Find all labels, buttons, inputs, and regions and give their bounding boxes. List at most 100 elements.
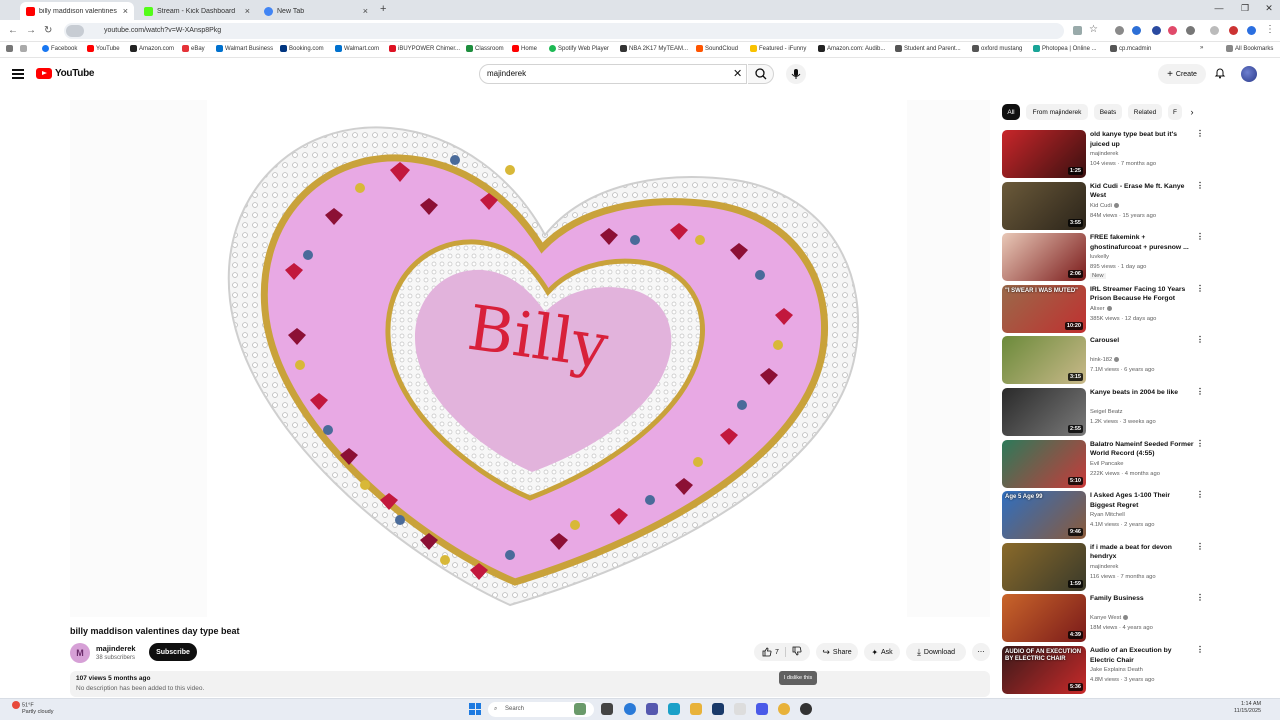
bookmark-audible[interactable]: Amazon.com: Audib... <box>818 45 885 52</box>
clear-search-icon[interactable]: ✕ <box>733 67 742 80</box>
video-thumbnail[interactable]: 2:55 <box>1002 388 1086 436</box>
window-close-icon[interactable]: ✕ <box>1254 3 1280 14</box>
tab-kick[interactable]: Stream - Kick Dashboard × <box>138 2 256 20</box>
recommendation-title[interactable]: Balatro Nameinf Seeded Former World Reco… <box>1090 440 1196 459</box>
recommendation-channel[interactable]: Kanye West <box>1090 615 1129 621</box>
bookmark-cpmcadmin[interactable]: cp.mcadmin <box>1110 45 1151 52</box>
recommendation-title[interactable]: IRL Streamer Facing 10 Years Prison Beca… <box>1090 285 1196 305</box>
bookmark-amazon[interactable]: Amazon.com <box>130 45 174 52</box>
recommendation-title[interactable]: I Asked Ages 1-100 Their Biggest Regret <box>1090 491 1196 510</box>
split-view-icon[interactable] <box>1210 26 1219 35</box>
more-options-icon[interactable]: ⋮ <box>1196 439 1204 448</box>
recommendation-item[interactable]: AUDIO OF AN EXECUTION BY ELECTRIC CHAIR 5… <box>1002 646 1208 694</box>
recommendation-channel[interactable]: Evil Pancake <box>1090 461 1124 467</box>
more-options-icon[interactable]: ⋮ <box>1196 284 1204 293</box>
video-thumbnail[interactable]: AUDIO OF AN EXECUTION BY ELECTRIC CHAIR 5… <box>1002 646 1086 694</box>
tab-youtube[interactable]: billy maddison valentines d × <box>20 2 134 20</box>
apps-icon[interactable] <box>6 45 13 52</box>
bookmark-ebay[interactable]: eBay <box>182 45 205 52</box>
app-icon[interactable] <box>800 703 812 715</box>
weather-widget[interactable]: 51°F Partly cloudy <box>12 701 54 716</box>
chip-partial[interactable]: F <box>1168 104 1182 120</box>
teams-icon[interactable] <box>646 703 658 715</box>
youtube-logo[interactable]: YouTube <box>36 68 95 79</box>
channel-avatar[interactable]: M <box>70 643 90 663</box>
video-thumbnail[interactable]: 1:59 <box>1002 542 1086 591</box>
extension-icon[interactable] <box>1168 26 1177 35</box>
widgets-icon[interactable] <box>574 703 586 715</box>
bookmark-nba2k[interactable]: NBA 2K17 MyTEAM... <box>620 45 688 52</box>
channel-name[interactable]: majinderek <box>96 644 136 653</box>
cast-icon[interactable] <box>1073 26 1082 35</box>
recommendation-title[interactable]: old kanye type beat but it's juiced up <box>1090 130 1196 149</box>
close-icon[interactable]: × <box>245 6 250 16</box>
bookmark-home[interactable]: Home <box>512 45 537 52</box>
app-icon[interactable] <box>668 703 680 715</box>
recommendation-title[interactable]: Carousel <box>1090 336 1196 346</box>
more-options-icon[interactable]: ⋮ <box>1196 233 1204 241</box>
ask-button[interactable]: ✦ Ask <box>864 643 900 661</box>
bookmark-student-parent[interactable]: Student and Parent... <box>895 45 961 52</box>
tab-new-tab[interactable]: New Tab × <box>258 2 374 20</box>
chevron-right-icon[interactable]: › <box>1184 104 1200 120</box>
more-options-icon[interactable]: ⋮ <box>1196 594 1204 602</box>
recommendation-item[interactable]: 1:59 if i made a beat for devon hendryx ma… <box>1002 542 1208 591</box>
bookmark-booking[interactable]: Booking.com <box>280 45 324 52</box>
recommendation-item[interactable]: "I SWEAR I WAS MUTED" 10:20 IRL Streamer F… <box>1002 284 1208 333</box>
more-options-icon[interactable]: ⋮ <box>1196 646 1204 654</box>
recommendation-channel[interactable]: majinderek <box>1090 151 1118 157</box>
notifications-bell-icon[interactable] <box>1214 67 1226 79</box>
bookmark-oxford[interactable]: oxford mustang <box>972 45 1022 52</box>
bookmark-soundcloud[interactable]: SoundCloud <box>696 45 738 52</box>
site-info-icon[interactable] <box>66 25 84 37</box>
more-options-icon[interactable]: ⋮ <box>1196 130 1204 138</box>
bookmark-youtube[interactable]: YouTube <box>87 45 120 52</box>
recommendation-title[interactable]: Family Business <box>1090 594 1196 604</box>
video-thumbnail[interactable]: 2:06 <box>1002 233 1086 282</box>
chrome-icon[interactable] <box>778 703 790 715</box>
video-player[interactable]: Billy <box>70 100 990 617</box>
more-actions-button[interactable]: ⋯ <box>972 643 990 661</box>
recommendation-item[interactable]: Age 5 Age 99 9:46 I Asked Ages 1-100 Their… <box>1002 491 1208 540</box>
chevron-right-icon[interactable]: » <box>1200 45 1203 51</box>
close-icon[interactable]: × <box>363 6 368 16</box>
bookmark-ibuypower[interactable]: iBUYPOWER Chimer... <box>389 45 460 52</box>
voice-search-button[interactable] <box>786 64 806 84</box>
task-view-icon[interactable] <box>601 703 613 715</box>
more-options-icon[interactable]: ⋮ <box>1196 491 1204 499</box>
bookmark-walmart[interactable]: Walmart.com <box>335 45 379 52</box>
close-icon[interactable]: × <box>123 6 128 16</box>
recommendation-title[interactable]: FREE fakemink + ghostinafurcoat + puresn… <box>1090 233 1196 252</box>
extension-icon[interactable] <box>1115 26 1124 35</box>
chip-beats[interactable]: Beats <box>1094 104 1122 120</box>
description-box[interactable]: 107 views 5 months ago No description ha… <box>70 671 990 697</box>
share-button[interactable]: ↪ Share <box>816 643 858 661</box>
url-field[interactable]: youtube.com/watch?v=W-XAnsp8Pkg <box>64 23 1064 39</box>
store-icon[interactable] <box>712 703 724 715</box>
back-icon[interactable]: ← <box>8 25 18 36</box>
recommendation-item[interactable]: 3:15 Carousel hink-182 7.1M views · 6 years… <box>1002 336 1208 385</box>
bookmark-walmart-business[interactable]: Walmart Business <box>216 45 273 52</box>
recommendation-item[interactable]: 3:55 Kid Cudi - Erase Me ft. Kanye West Ki… <box>1002 181 1208 230</box>
recommendation-item[interactable]: 4:39 Family Business Kanye West 18M views ·… <box>1002 594 1208 643</box>
recommendation-title[interactable]: Kid Cudi - Erase Me ft. Kanye West <box>1090 182 1196 201</box>
video-thumbnail[interactable]: "I SWEAR I WAS MUTED" 10:20 <box>1002 284 1086 333</box>
edge-icon[interactable] <box>624 703 636 715</box>
profile-icon[interactable] <box>1247 26 1256 35</box>
recommendation-title[interactable]: Kanye beats in 2004 be like <box>1090 388 1196 398</box>
discord-icon[interactable] <box>756 703 768 715</box>
chip-related[interactable]: Related <box>1128 104 1162 120</box>
file-explorer-icon[interactable] <box>690 703 702 715</box>
video-thumbnail[interactable]: 5:10 <box>1002 439 1086 488</box>
video-thumbnail[interactable]: 1:25 <box>1002 130 1086 178</box>
bookmark-ifunny[interactable]: Featured - iFunny <box>750 45 806 52</box>
extension-icon[interactable] <box>1132 26 1141 35</box>
more-options-icon[interactable]: ⋮ <box>1196 388 1204 396</box>
video-thumbnail[interactable]: 3:15 <box>1002 336 1086 385</box>
download-button[interactable]: ⤓ Download <box>906 643 966 661</box>
recommendation-item[interactable]: 5:10 Balatro Nameinf Seeded Former World … <box>1002 439 1208 488</box>
reload-icon[interactable]: ↻ <box>44 25 52 36</box>
new-tab-icon[interactable]: + <box>380 3 386 15</box>
bookmark-facebook[interactable]: Facebook <box>42 45 77 52</box>
recommendation-channel[interactable]: Alixer <box>1090 305 1112 312</box>
